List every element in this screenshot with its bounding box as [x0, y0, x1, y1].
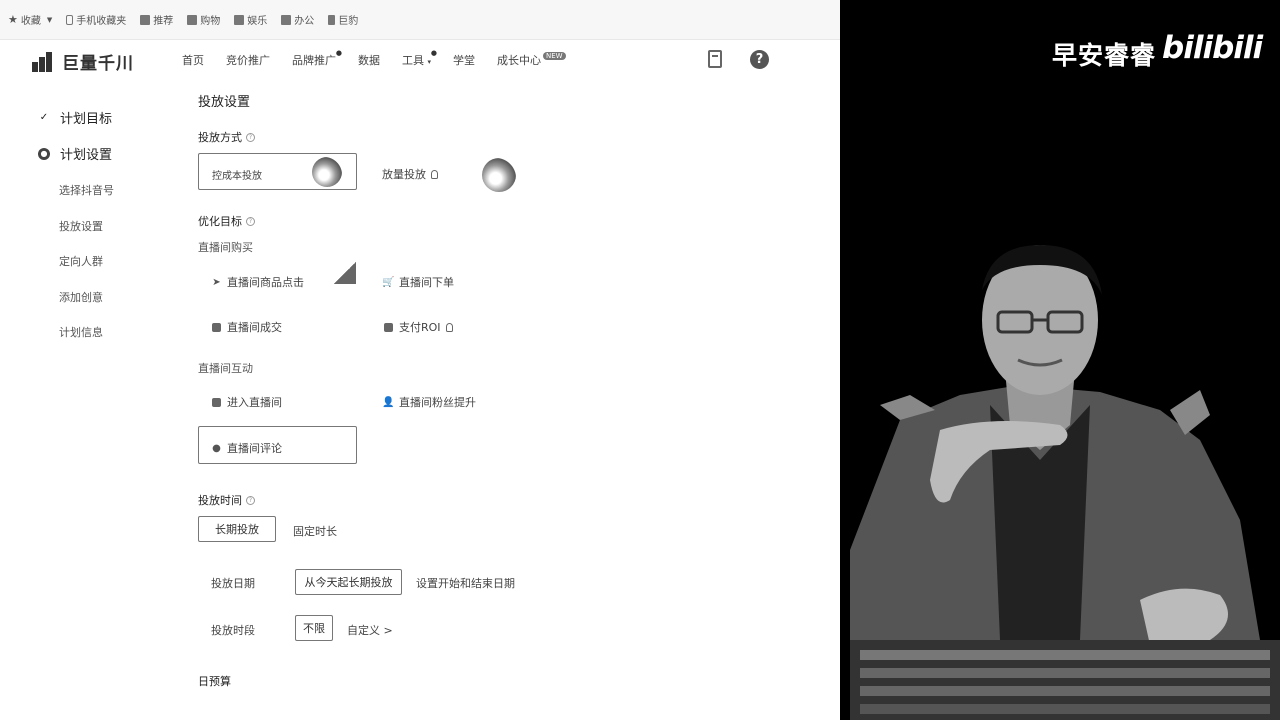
nav-brand-promotion[interactable]: 品牌推广 ● [292, 49, 342, 68]
period-custom-link[interactable]: 自定义 > [347, 622, 393, 638]
logo-icon [32, 50, 58, 72]
folder-icon [234, 14, 245, 25]
cart-icon: 🛒 [382, 276, 395, 288]
folder-icon [140, 14, 151, 25]
dropdown-arrow-icon: ▼ [46, 15, 53, 24]
promo-line: 今今一手课源 [492, 462, 570, 475]
option-live-deal[interactable]: 直播间成交 [211, 319, 282, 335]
top-navigation: 巨量千川 首页 竞价推广 品牌推广 ● 数据 工具 ▾ ● 学堂 成长中心 NEW ? [0, 40, 840, 82]
app-window: ★ 收藏 ▼ 手机收藏夹 推荐 购物 娱乐 办公 巨豹 巨量千川 首页 竞价推广… [0, 0, 840, 720]
bookmark-favorites[interactable]: ★ 收藏 ▼ [8, 12, 52, 27]
option-payment-roi[interactable]: 支付ROI [383, 319, 453, 335]
bookmark-icon [328, 14, 336, 25]
cursor-icon: ➤ [212, 276, 221, 288]
bilibili-logo: bilibili [1162, 30, 1263, 66]
dot-badge-icon: ● [335, 49, 342, 57]
delivery-date-label: 投放日期 [211, 577, 255, 590]
delivery-time-label: 投放时间? [198, 492, 255, 508]
step-plan-goal[interactable]: ✓ 计划目标 [38, 108, 112, 127]
lightbulb-icon [445, 322, 453, 332]
option-max-delivery[interactable]: 放量投放 [382, 166, 438, 182]
option-live-product-click[interactable]: ➤ 直播间商品点击 [211, 274, 304, 290]
option-cost-control[interactable]: 控成本投放 [198, 153, 357, 190]
user-icon: 👤 [382, 396, 395, 408]
corner-tag [334, 262, 356, 284]
option-live-order[interactable]: 🛒 直播间下单 [382, 274, 454, 290]
brand-name: 巨量千川 [62, 53, 134, 74]
channel-name: 早安睿睿 [1052, 41, 1157, 70]
option-live-comment[interactable]: ● 直播间评论 [198, 426, 357, 464]
delivery-period-label: 投放时段 [211, 624, 255, 637]
page-title: 投放设置 [198, 95, 251, 110]
help-icon[interactable]: ? [246, 132, 255, 142]
step-plan-settings[interactable]: ● 计划设置 [38, 144, 112, 163]
help-icon[interactable]: ? [246, 495, 255, 505]
option-fan-growth[interactable]: 👤 直播间粉丝提升 [382, 394, 476, 410]
bookmark-shopping[interactable]: 购物 [187, 12, 220, 27]
fixed-duration-option[interactable]: 固定时长 [293, 523, 337, 539]
substep-targeting[interactable]: 定向人群 [59, 253, 103, 269]
nav-academy[interactable]: 学堂 [453, 52, 475, 68]
nav-data[interactable]: 数据 [358, 52, 380, 68]
promo-line: 免费获取更新内容 [492, 483, 596, 496]
gear-icon [211, 397, 222, 408]
gear-icon [211, 322, 222, 333]
bookmark-entertainment[interactable]: 娱乐 [234, 12, 267, 27]
delivery-mode-label: 投放方式? [198, 129, 255, 145]
presenter-image [850, 245, 1280, 720]
gear-icon [383, 322, 394, 333]
help-icon[interactable]: ? [246, 216, 255, 226]
folder-icon [281, 14, 292, 25]
option-enter-live[interactable]: 进入直播间 [211, 394, 282, 410]
promo-contact: v:1690259689 [492, 436, 606, 452]
bookmark-jubao[interactable]: 巨豹 [328, 12, 358, 27]
phone-icon [66, 14, 74, 25]
brand-logo[interactable]: 巨量千川 [32, 48, 134, 74]
substep-plan-info[interactable]: 计划信息 [59, 324, 103, 340]
bookmark-recommend[interactable]: 推荐 [140, 12, 173, 27]
new-badge: NEW [543, 52, 566, 60]
group-live-purchase: 直播间购买 [198, 241, 253, 254]
substep-select-account[interactable]: 选择抖音号 [59, 182, 114, 198]
promo-overlay: v:1690259689 今今一手课源 免费获取更新内容 加v每周送新课 超低价… [492, 436, 606, 542]
long-term-button[interactable]: 长期投放 [198, 516, 276, 542]
comment-icon: ● [212, 442, 221, 454]
lightbulb-icon [431, 169, 438, 179]
checkmark-icon: ✓ [39, 112, 49, 123]
presenter-video: 早安睿睿 bilibili [840, 0, 1280, 720]
bookmark-office[interactable]: 办公 [281, 12, 314, 27]
star-icon: ★ [8, 13, 18, 26]
step-current-icon: ● [38, 147, 50, 160]
substep-add-creative[interactable]: 添加创意 [59, 289, 103, 305]
bookmarks-bar: ★ 收藏 ▼ 手机收藏夹 推荐 购物 娱乐 办公 巨豹 [0, 0, 840, 40]
set-date-range-link[interactable]: 设置开始和结束日期 [416, 575, 515, 591]
nav-home[interactable]: 首页 [182, 52, 204, 68]
period-unlimited-button[interactable]: 不限 [295, 615, 333, 641]
help-icon[interactable]: ? [750, 50, 769, 69]
nav-growth-center[interactable]: 成长中心 NEW [497, 52, 566, 68]
nav-bidding-promotion[interactable]: 竞价推广 [226, 52, 270, 68]
bookmark-mobile-favorites[interactable]: 手机收藏夹 [66, 12, 126, 27]
promo-line: 超低价筹课 [492, 525, 557, 538]
illustration-icon [482, 158, 516, 192]
illustration-icon [312, 157, 342, 187]
chevron-down-icon: ▾ [427, 58, 432, 66]
nav-tools[interactable]: 工具 ▾ ● [402, 49, 437, 68]
dot-badge-icon: ● [430, 49, 438, 57]
delivery-date-value[interactable]: 从今天起长期投放 [295, 569, 402, 595]
optimization-goal-label: 优化目标? [198, 213, 255, 229]
group-live-interaction: 直播间互动 [198, 362, 253, 375]
folder-icon [187, 14, 198, 25]
daily-budget-label: 日预算 [198, 675, 231, 688]
clipboard-icon[interactable] [708, 50, 722, 68]
substep-delivery-settings[interactable]: 投放设置 [59, 218, 103, 234]
promo-line: 加v每周送新课 [492, 504, 579, 517]
